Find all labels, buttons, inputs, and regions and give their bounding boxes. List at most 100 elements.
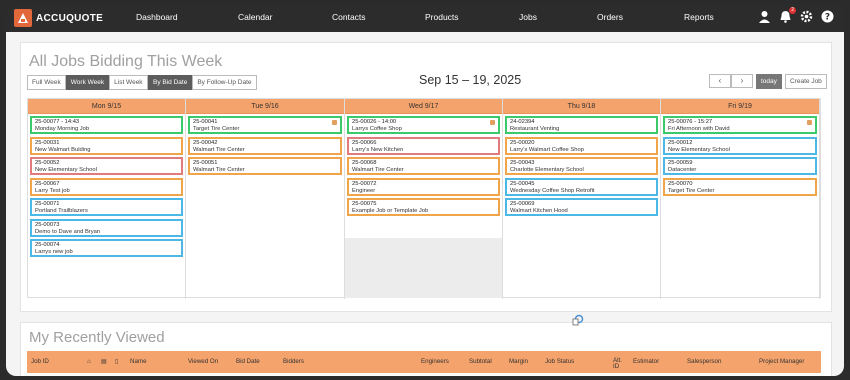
day-header: Tue 9/16 [186, 99, 344, 114]
job-card[interactable]: 25-00052 New Elementary School [30, 157, 183, 175]
job-name: Engineer [352, 187, 376, 194]
nav-calendar[interactable]: Calendar [238, 12, 273, 22]
day-body[interactable]: 25-00041 Target Tire Center 25-00042 Walmar… [186, 114, 344, 298]
gear-icon[interactable] [800, 10, 813, 23]
user-icon[interactable] [758, 10, 771, 23]
day-body[interactable]: 24-02394 Restaurant Venting 25-00020 Larry'… [503, 114, 660, 298]
job-card[interactable]: 25-00075 Example Job or Template Job [347, 198, 500, 216]
col-project-manager[interactable]: Project Manager [759, 358, 804, 365]
job-name: Larrys new job [35, 249, 73, 255]
job-card[interactable]: 25-00072 Engineer [347, 177, 500, 196]
nav-orders[interactable]: Orders [597, 12, 623, 22]
job-name: Demo to Dave and Bryan [35, 228, 101, 235]
job-id: 25-00026 - 14:00 [352, 119, 397, 125]
day-column: Mon 9/15 25-00077 - 14:43 Monday Morning J… [28, 99, 186, 299]
create-job-button[interactable]: Create Job [785, 74, 827, 89]
help-icon[interactable]: ? [821, 10, 834, 23]
job-card[interactable]: 25-00068 Walmart Tire Center [347, 157, 500, 175]
col-job-status[interactable]: Job Status [545, 358, 574, 365]
job-id: 25-00067 [35, 180, 60, 187]
job-card[interactable]: 25-00031 New Walmart Bulding [30, 136, 183, 155]
col-estimator[interactable]: Estimator [633, 358, 659, 365]
next-week-button[interactable]: › [731, 74, 753, 88]
prev-week-button[interactable]: ‹ [709, 74, 731, 88]
recently-viewed-title: My Recently Viewed [29, 329, 165, 346]
day-body[interactable]: 25-00077 - 14:43 Monday Morning Job 25-000… [28, 114, 185, 298]
job-card[interactable]: 25-00071 Portland Trailblazers [30, 198, 183, 216]
home-icon: ⌂ [87, 358, 91, 365]
job-id: 25-00059 [668, 160, 693, 166]
job-id: 25-00066 [352, 139, 377, 146]
brand-name: ACCUQUOTE [36, 12, 104, 24]
job-id: 25-00012 [668, 139, 693, 146]
nav-products[interactable]: Products [425, 12, 459, 22]
view-toggle: Full Week Work Week List Week [27, 75, 148, 90]
list-week-button[interactable]: List Week [109, 75, 148, 90]
job-card[interactable]: 25-00012 New Elementary School [663, 136, 817, 155]
day-body[interactable]: 25-00076 - 15:27 Fri Afternoon with David… [661, 114, 819, 298]
job-name: Walmart Kitchen Hood [510, 208, 568, 214]
top-navigation: ACCUQUOTE Dashboard Calendar Contacts Pr… [6, 4, 844, 32]
job-card[interactable]: 25-00020 Larry's Walmart Coffee Shop [505, 136, 658, 155]
col-salesperson[interactable]: Salesperson [687, 358, 721, 365]
date-range-title: Sep 15 – 19, 2025 [419, 73, 522, 87]
nav-jobs[interactable]: Jobs [519, 12, 537, 22]
job-id: 25-00052 [35, 160, 60, 166]
col-bidders[interactable]: Bidders [283, 358, 304, 365]
col-subtotal[interactable]: Subtotal [469, 358, 492, 365]
job-card[interactable]: 25-00074 Larrys new job [30, 239, 183, 257]
col-engineers[interactable]: Engineers [421, 358, 449, 365]
day-column: Tue 9/16 25-00041 Target Tire Center 25-000… [186, 99, 345, 299]
job-card[interactable]: 25-00043 Charlotte Elementary School [505, 157, 658, 175]
col-alt-id[interactable]: Alt. ID [613, 357, 625, 370]
job-card[interactable]: 25-00051 Walmart Tire Center [188, 157, 342, 175]
job-card[interactable]: 25-00070 Target Tire Center [663, 177, 817, 196]
job-card[interactable]: 25-00045 Wednesday Coffee Shop Retrofit [505, 177, 658, 196]
job-id: 25-00041 [193, 119, 218, 125]
job-card[interactable]: 25-00026 - 14:00 Larrys Coffee Shop [347, 116, 500, 134]
job-id: 25-00068 [352, 160, 377, 166]
document-icon: ▯ [115, 358, 119, 365]
job-name: Larrys Coffee Shop [352, 126, 402, 132]
job-card[interactable]: 25-00041 Target Tire Center [188, 116, 342, 134]
col-job-id[interactable]: Job ID [31, 358, 49, 365]
job-name: Example Job or Template Job [352, 208, 429, 214]
job-id: 25-00070 [668, 180, 693, 187]
nav-reports[interactable]: Reports [684, 12, 714, 22]
nav-dashboard[interactable]: Dashboard [136, 12, 178, 22]
by-follow-up-date-button[interactable]: By Follow-Up Date [192, 75, 257, 90]
day-column: Thu 9/18 24-02394 Restaurant Venting 25-000… [503, 99, 661, 299]
job-card[interactable]: 25-00066 Larry's New Kitchen [347, 136, 500, 155]
job-card[interactable]: 25-00042 Walmart Tire Center [188, 136, 342, 155]
job-card[interactable]: 25-00077 - 14:43 Monday Morning Job [30, 116, 183, 134]
by-bid-date-button[interactable]: By Bid Date [148, 75, 193, 90]
job-name: New Elementary School [35, 167, 97, 173]
job-name: Walmart Tire Center [193, 146, 245, 153]
job-id: 25-00075 [352, 201, 377, 207]
work-week-button[interactable]: Work Week [65, 75, 110, 90]
col-name[interactable]: Name [130, 358, 147, 365]
job-name: Larry's New Kitchen [352, 146, 404, 153]
app-window: ACCUQUOTE Dashboard Calendar Contacts Pr… [6, 4, 844, 376]
nav-contacts[interactable]: Contacts [332, 12, 366, 22]
job-card[interactable]: 24-02394 Restaurant Venting [505, 116, 658, 134]
flag-icon [807, 120, 812, 125]
job-name: Restaurant Venting [510, 126, 560, 132]
job-id: 25-00077 - 14:43 [35, 119, 80, 125]
job-card[interactable]: 25-00076 - 15:27 Fri Afternoon with David [663, 116, 817, 134]
job-card[interactable]: 25-00069 Walmart Kitchen Hood [505, 198, 658, 216]
job-card[interactable]: 25-00073 Demo to Dave and Bryan [30, 218, 183, 237]
job-name: New Walmart Bulding [35, 146, 91, 153]
logo[interactable]: ACCUQUOTE [14, 8, 103, 28]
full-week-button[interactable]: Full Week [27, 75, 66, 90]
col-bid-date[interactable]: Bid Date [236, 358, 260, 365]
bell-icon[interactable]: 2 [779, 7, 796, 23]
col-viewed-on[interactable]: Viewed On [188, 358, 218, 365]
job-card[interactable]: 25-00067 Larry Test job [30, 177, 183, 196]
day-body[interactable]: 25-00026 - 14:00 Larrys Coffee Shop 25-000… [345, 114, 502, 298]
today-button[interactable]: today [756, 74, 782, 89]
col-margin[interactable]: Margin [509, 358, 528, 365]
job-card[interactable]: 25-00059 Datacenter [663, 157, 817, 175]
job-id: 25-00045 [510, 180, 535, 187]
day-column: Wed 9/17 25-00026 - 14:00 Larrys Coffee Sh… [345, 99, 503, 299]
